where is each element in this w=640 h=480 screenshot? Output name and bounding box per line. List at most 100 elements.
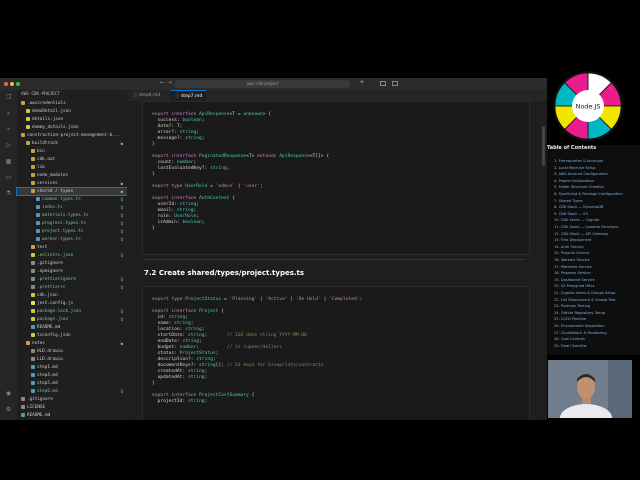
file-tree-item[interactable]: project.types.ts U [17, 228, 127, 235]
file-tree-item[interactable]: lib [17, 164, 127, 171]
file-tree-item[interactable]: bin [17, 148, 127, 155]
file-tree-item[interactable]: progress.types.ts U [17, 220, 127, 227]
toc-link[interactable]: 26. Environment Separation [554, 323, 605, 329]
copilot-icon[interactable]: ◈ [360, 79, 364, 85]
panel-toggle-icon[interactable] [392, 81, 398, 86]
code-token: count: [152, 160, 177, 165]
toc-link[interactable]: 4. Project Initialization [554, 178, 594, 184]
toc-link[interactable]: 22. Full Deployment & Smoke Test [554, 297, 616, 303]
extensions-icon[interactable]: ▦ [5, 158, 12, 165]
file-tree-item[interactable]: README.md [17, 412, 127, 419]
file-tree-item[interactable]: step1.md [17, 364, 127, 371]
file-tree-item[interactable]: step6.md U [17, 388, 127, 395]
toc-link[interactable]: 11. CDK Stack — Lambda Functions [554, 224, 618, 230]
test-icon[interactable]: ⚗ [5, 190, 12, 197]
maximize-window-button[interactable] [16, 82, 20, 86]
file-tree-item[interactable]: test [17, 244, 127, 251]
file-tree-label: HLD.drawio [37, 349, 63, 354]
toc-link[interactable]: 17. Materials Service [554, 264, 592, 270]
file-tree-item[interactable]: details.json [17, 116, 127, 123]
toc-link[interactable]: 15. Projects Service [554, 250, 589, 256]
file-tree-item[interactable]: cdk.json [17, 292, 127, 299]
wheel-label: Node.JS [575, 103, 600, 111]
toc-link[interactable]: 25. CI/CD Pipeline [554, 316, 586, 322]
toc-link[interactable]: 20. S3 Presigned URLs [554, 283, 594, 289]
close-window-button[interactable] [4, 82, 8, 86]
file-tree-item[interactable]: package.json U [17, 316, 127, 323]
toc-link[interactable]: 29. Final Checklist [554, 343, 587, 349]
toc-link[interactable]: 24. GitHub Repository Setup [554, 310, 605, 316]
file-tree-item[interactable]: step4.md [17, 372, 127, 379]
toc-link[interactable]: 14. Auth Service [554, 244, 584, 250]
file-tree-item[interactable]: cdk.out [17, 156, 127, 163]
forward-arrow-icon[interactable]: → [167, 79, 172, 86]
toc-link[interactable]: 8. CDK Stack — DynamoDB [554, 204, 603, 210]
toc-link[interactable]: 6. TypeScript & Package Configuration [554, 191, 623, 197]
toc-link[interactable]: 3. AWS Account Configuration [554, 171, 608, 177]
code-token: ; [204, 375, 208, 380]
file-tree-item[interactable]: step5.md [17, 380, 127, 387]
file-tree-item[interactable]: LICENSE [17, 404, 127, 411]
file-tree-item[interactable]: .awscredentials [17, 100, 127, 107]
toc-link[interactable]: 5. Folder Structure Creation [554, 184, 604, 190]
toc-link[interactable]: 27. CloudWatch & Monitoring [554, 330, 607, 336]
file-tree-item[interactable]: HLD.drawio [17, 348, 127, 355]
toc-link[interactable]: 23. Postman Testing [554, 303, 590, 309]
scroll-thumb[interactable] [542, 126, 545, 166]
remote-explorer-icon[interactable]: ▭ [5, 174, 12, 181]
file-tree-item[interactable]: LLD.drawio [17, 356, 127, 363]
file-tree-item[interactable]: package-lock.json U [17, 308, 127, 315]
command-center-search[interactable]: aws-cdk-project [175, 80, 350, 88]
toc-link[interactable]: 28. Cost Controls [554, 336, 585, 342]
file-tree-item[interactable]: .gitignore [17, 260, 127, 267]
toc-link[interactable]: 9. CDK Stack — S3 [554, 211, 588, 217]
code-token: = [207, 184, 216, 189]
back-arrow-icon[interactable]: ← [160, 79, 165, 86]
toc-link[interactable]: 10. CDK Stack — Cognito [554, 217, 599, 223]
file-tree-item[interactable]: .prettierignore U [17, 276, 127, 283]
explorer-icon[interactable]: ❐ [5, 94, 12, 101]
file-tree-item[interactable]: demoDetail.json [17, 108, 127, 115]
toc-link[interactable]: 16. Workers Service [554, 257, 590, 263]
file-tree-item[interactable]: construction-project-management-b... [17, 132, 127, 139]
file-tree-item[interactable]: README.md [17, 324, 127, 331]
file-tree-item[interactable]: node_modules [17, 172, 127, 179]
file-tree-item[interactable]: .prettierrc U [17, 284, 127, 291]
account-icon[interactable]: ◉ [5, 390, 12, 397]
file-tree-label: materials.types.ts [42, 213, 89, 218]
search-icon[interactable]: ⌕ [5, 110, 12, 117]
toc-link[interactable]: 21. Cognito Users & Groups Setup [554, 290, 615, 296]
toc-link[interactable]: 13. First Deployment [554, 237, 592, 243]
file-tree-item[interactable]: services ● [17, 180, 127, 187]
file-tree-item[interactable]: notes ● [17, 340, 127, 347]
file-tree-item[interactable]: dummy_details.json [17, 124, 127, 131]
file-tree-item[interactable]: buildtrack ● [17, 140, 127, 147]
tab-step6[interactable]: ⓘ step6.md [129, 90, 164, 101]
file-tree-label: shared / types [37, 189, 74, 194]
editor-scrollbar[interactable] [540, 101, 547, 420]
file-tree-item[interactable]: .gitignore [17, 396, 127, 403]
file-tree-item[interactable]: shared / types ● [16, 187, 128, 196]
file-tree-item[interactable]: jest.config.js [17, 300, 127, 307]
file-tree-item[interactable]: common.types.ts U [17, 196, 127, 203]
file-tree-item[interactable]: tsconfig.json [17, 332, 127, 339]
run-debug-icon[interactable]: ▷ [5, 142, 12, 149]
toc-link[interactable]: 2. Local Machine Setup [554, 165, 596, 171]
file-tree-item[interactable]: worker.types.ts U [17, 236, 127, 243]
txt-file-icon [31, 284, 35, 289]
toc-link[interactable]: 7. Shared Types [554, 198, 583, 204]
gear-icon[interactable]: ⚙ [5, 406, 12, 413]
code-token: extends [257, 154, 280, 159]
layout-icon[interactable] [380, 81, 386, 86]
minimize-window-button[interactable] [10, 82, 14, 86]
file-tree-item[interactable]: index.ts U [17, 204, 127, 211]
source-control-icon[interactable]: ⑂ [5, 126, 12, 133]
file-tree-item[interactable]: .npmignore [17, 268, 127, 275]
toc-link[interactable]: 19. Dashboard Service [554, 277, 595, 283]
file-tree-item[interactable]: .eslintrc.json U [17, 252, 127, 259]
toc-link[interactable]: 1. Prerequisites & Accounts [554, 158, 603, 164]
toc-link[interactable]: 18. Progress Service [554, 270, 591, 276]
toc-link[interactable]: 12. CDK Stack — API Gateway [554, 231, 608, 237]
code-token: string [185, 136, 202, 141]
file-tree-item[interactable]: materials.types.ts U [17, 212, 127, 219]
